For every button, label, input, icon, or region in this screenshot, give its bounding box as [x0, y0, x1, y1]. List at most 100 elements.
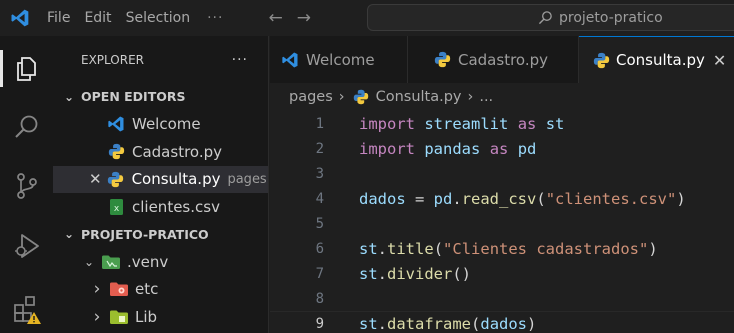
tab-welcome[interactable]: Welcome — [270, 36, 408, 83]
code-line[interactable]: 3 — [270, 161, 734, 186]
code-token: . — [452, 189, 462, 208]
menu-selection[interactable]: Selection — [119, 0, 198, 36]
explorer-more-button[interactable]: ··· — [232, 52, 248, 68]
code-token: import — [359, 139, 415, 158]
explorer-header: EXPLORER ··· — [53, 36, 268, 83]
code-token: streamlit — [424, 114, 509, 133]
code-editor[interactable]: 1 import streamlit as st 2 import pandas as… — [270, 110, 734, 333]
command-center-search[interactable]: projeto-pratico — [367, 4, 734, 31]
code-token: ( — [536, 189, 546, 208]
tab-cadastro[interactable]: Cadastro.py — [408, 36, 579, 83]
python-icon — [351, 88, 371, 106]
code-token: "clientes.csv" — [545, 189, 677, 208]
explorer-sidebar: EXPLORER ··· ⌄ OPEN EDITORS Welcome Cada… — [53, 36, 269, 333]
tab-close-icon[interactable]: ✕ — [713, 51, 726, 70]
code-text: st.divider() — [359, 265, 471, 283]
line-number: 2 — [315, 140, 324, 157]
open-editors-label: OPEN EDITORS — [81, 89, 186, 105]
code-token: import — [359, 114, 415, 133]
explorer-icon[interactable] — [0, 44, 53, 94]
tree-item-label: etc — [135, 280, 159, 299]
code-token: read_csv — [461, 189, 537, 208]
code-line[interactable]: 1 import streamlit as st — [270, 111, 734, 136]
code-line[interactable]: 5 — [270, 211, 734, 236]
line-number: 6 — [315, 240, 324, 257]
folder-venv-icon — [101, 253, 121, 271]
code-token: dataframe — [387, 314, 472, 333]
code-token: "Clientes cadastrados" — [443, 239, 649, 258]
breadcrumb: pages › Consulta.py › ... — [270, 83, 734, 110]
code-token: ) — [676, 189, 686, 208]
chevron-down-icon: ⌄ — [63, 89, 75, 104]
python-icon — [106, 143, 126, 161]
code-token: st — [359, 314, 378, 333]
code-token: st — [545, 114, 565, 133]
tab-label: Welcome — [306, 50, 375, 69]
search-icon[interactable] — [0, 102, 53, 152]
run-debug-icon[interactable] — [0, 221, 53, 271]
open-editor-consulta[interactable]: ✕ Consulta.py pages — [53, 165, 268, 193]
menu-edit[interactable]: Edit — [77, 0, 118, 36]
python-icon — [432, 51, 452, 69]
breadcrumb-symbols[interactable]: ... — [479, 89, 493, 105]
code-token: dados — [359, 189, 406, 208]
code-text: st.dataframe(dados) — [359, 315, 536, 333]
breadcrumb-file[interactable]: Consulta.py — [376, 89, 462, 105]
code-token: . — [377, 239, 388, 258]
tree-item-venv[interactable]: ⌄ .venv — [53, 248, 268, 276]
code-token: = — [405, 189, 434, 208]
menu-more-button[interactable]: ··· — [197, 10, 233, 26]
python-icon — [106, 170, 126, 188]
code-line[interactable]: 4 dados = pd.read_csv("clientes.csv") — [270, 186, 734, 211]
open-editor-welcome[interactable]: Welcome — [53, 111, 268, 139]
python-icon — [593, 51, 610, 69]
code-token: st — [359, 264, 378, 283]
code-token: ) — [648, 239, 658, 258]
vscode-icon — [106, 115, 126, 133]
open-editor-clientes[interactable]: x clientes.csv — [53, 193, 268, 221]
folder-lib-icon — [109, 308, 129, 326]
code-token: ( — [471, 314, 481, 333]
line-number: 7 — [315, 265, 324, 282]
code-line[interactable]: 8 — [270, 286, 734, 311]
code-line[interactable]: 2 import pandas as pd — [270, 136, 734, 161]
explorer-title: EXPLORER — [81, 52, 144, 67]
code-line[interactable]: 9 st.dataframe(dados) — [270, 311, 734, 333]
code-token: dados — [480, 314, 528, 333]
tree-item-etc[interactable]: › etc — [53, 276, 268, 304]
code-token: pd — [433, 189, 453, 208]
code-token: . — [377, 264, 388, 283]
code-token: ) — [527, 314, 537, 333]
source-control-icon[interactable] — [0, 161, 53, 211]
editor-tabs: Welcome Cadastro.py Consulta.py ✕ — [270, 36, 734, 83]
project-section[interactable]: ⌄ PROJETO-PRATICO — [53, 221, 268, 249]
tab-consulta[interactable]: Consulta.py ✕ — [579, 36, 734, 83]
forward-arrow-button[interactable]: → — [290, 8, 318, 28]
code-token: ( — [433, 239, 444, 258]
open-editor-label: clientes.csv — [132, 197, 220, 216]
code-line[interactable]: 7 st.divider() — [270, 261, 734, 286]
line-number: 1 — [315, 115, 324, 132]
close-icon[interactable]: ✕ — [89, 170, 102, 188]
code-line[interactable]: 6 st.title("Clientes cadastrados") — [270, 236, 734, 261]
open-editor-cadastro[interactable]: Cadastro.py — [53, 138, 268, 166]
tree-item-lib[interactable]: › Lib — [53, 303, 268, 331]
open-editors-section[interactable]: ⌄ OPEN EDITORS — [53, 83, 268, 111]
search-text: projeto-pratico — [559, 9, 663, 26]
menu-file[interactable]: File — [40, 0, 77, 36]
chevron-down-icon: ⌄ — [83, 254, 95, 269]
breadcrumb-separator-icon: › — [467, 88, 474, 105]
breadcrumb-folder[interactable]: pages — [289, 89, 333, 105]
folder-etc-icon — [109, 280, 129, 298]
back-arrow-button[interactable]: ← — [261, 8, 289, 28]
open-editor-label: Welcome — [132, 115, 201, 134]
svg-text:x: x — [113, 204, 119, 214]
extensions-icon[interactable] — [0, 284, 53, 333]
title-bar: File Edit Selection ··· ← → projeto-prat… — [0, 0, 734, 36]
code-text: import pandas as pd — [359, 140, 536, 158]
tab-label: Consulta.py — [616, 51, 705, 69]
